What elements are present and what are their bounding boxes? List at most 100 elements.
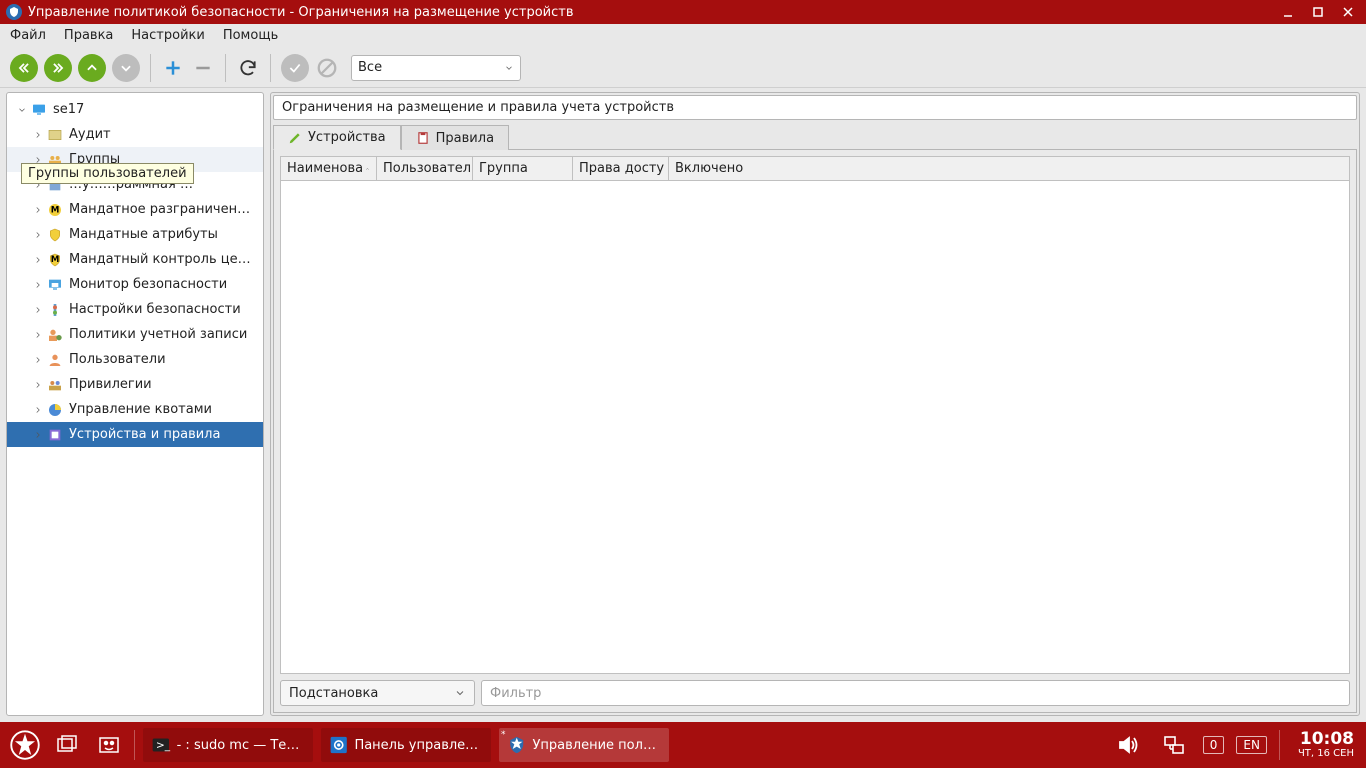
menu-help[interactable]: Помощь (223, 28, 278, 43)
expander-icon[interactable] (31, 328, 45, 342)
apply-button[interactable] (281, 54, 309, 82)
substitution-select[interactable]: Подстановка (280, 680, 475, 706)
close-button[interactable] (1336, 2, 1360, 22)
menubar: Файл Правка Настройки Помощь (0, 24, 1366, 48)
task-terminal[interactable]: >_ - : sudo mc — Тер… (143, 728, 313, 762)
body: se17 АудитГруппы…у……раммная …MМандатное … (0, 88, 1366, 722)
pencil-icon (288, 131, 302, 145)
task-security-policy[interactable]: * Управление поли… (499, 728, 669, 762)
expander-icon[interactable] (31, 403, 45, 417)
tab-page: Наименова Пользовател Группа Права досту… (273, 149, 1357, 713)
taskview-button[interactable] (50, 728, 84, 762)
notifications-badge[interactable]: 0 (1203, 736, 1225, 754)
tree-item-label: Привилегии (69, 377, 152, 392)
expander-icon[interactable] (31, 128, 45, 142)
nav-up-button[interactable] (78, 54, 106, 82)
clock[interactable]: 10:08 ЧТ, 16 СЕН (1298, 731, 1354, 759)
expander-icon[interactable] (31, 203, 45, 217)
tree-item[interactable]: Мандатные атрибуты (7, 222, 263, 247)
quota-icon (47, 402, 63, 418)
devices-icon (47, 427, 63, 443)
expander-icon[interactable] (31, 228, 45, 242)
keyboard-layout[interactable]: EN (1236, 736, 1267, 754)
mandatory-ctl-icon: M (47, 252, 63, 268)
tree-item-label: Мандатные атрибуты (69, 227, 218, 242)
deny-button[interactable] (315, 56, 339, 80)
maximize-button[interactable] (1306, 2, 1330, 22)
tab-rules[interactable]: Правила (401, 125, 509, 150)
bottom-controls: Подстановка Фильтр (280, 680, 1350, 706)
expander-icon[interactable] (31, 253, 45, 267)
tooltip: Группы пользователей (21, 163, 194, 184)
nav-last-button[interactable] (44, 54, 72, 82)
toolbar-sep (225, 54, 226, 82)
toolbar-sep (150, 54, 151, 82)
tree-item[interactable]: MМандатный контроль це… (7, 247, 263, 272)
computer-icon (31, 102, 47, 118)
tree-item[interactable]: Привилегии (7, 372, 263, 397)
tree-item[interactable]: Монитор безопасности (7, 272, 263, 297)
menu-file[interactable]: Файл (10, 28, 46, 43)
nav-first-button[interactable] (10, 54, 38, 82)
menu-settings[interactable]: Настройки (131, 28, 204, 43)
remove-button[interactable] (191, 56, 215, 80)
tree-item-label: Монитор безопасности (69, 277, 227, 292)
privileges-icon (47, 377, 63, 393)
security-settings-icon (47, 302, 63, 318)
refresh-button[interactable] (236, 56, 260, 80)
tree-item[interactable]: Управление квотами (7, 397, 263, 422)
main-panel: Ограничения на размещение и правила учет… (270, 92, 1360, 716)
users-icon (47, 352, 63, 368)
col-user[interactable]: Пользовател (377, 157, 473, 180)
tree-item[interactable]: M Мандатное разграничен… (7, 197, 263, 222)
scope-combo[interactable]: Все (351, 55, 521, 81)
audit-icon (47, 127, 63, 143)
col-group[interactable]: Группа (473, 157, 573, 180)
clock-time: 10:08 (1300, 731, 1354, 748)
show-desktop-button[interactable] (92, 728, 126, 762)
col-enabled[interactable]: Включено (669, 157, 1349, 180)
minimize-button[interactable] (1276, 2, 1300, 22)
expander-icon[interactable] (31, 303, 45, 317)
window-title: Управление политикой безопасности - Огра… (28, 5, 1270, 20)
start-button[interactable] (8, 728, 42, 762)
tab-rules-label: Правила (436, 131, 494, 146)
svg-text:M: M (51, 255, 60, 265)
col-rights[interactable]: Права досту (573, 157, 669, 180)
expander-icon[interactable] (31, 278, 45, 292)
mandatory-m-icon: M (47, 202, 63, 218)
tree-item-label: Мандатное разграничен… (69, 202, 250, 217)
menu-edit[interactable]: Правка (64, 28, 113, 43)
tree-item[interactable]: Политики учетной записи (7, 322, 263, 347)
nav-down-button[interactable] (112, 54, 140, 82)
tree-root-label: se17 (53, 102, 84, 117)
expander-icon[interactable] (31, 353, 45, 367)
devices-grid[interactable]: Наименова Пользовател Группа Права досту… (280, 156, 1350, 674)
chevron-down-icon (504, 63, 514, 73)
tree-item[interactable]: Пользователи (7, 347, 263, 372)
panel-title: Ограничения на размещение и правила учет… (273, 95, 1357, 120)
volume-icon[interactable] (1111, 728, 1145, 762)
filter-input[interactable]: Фильтр (481, 680, 1350, 706)
app-icon (6, 4, 22, 20)
expander-icon[interactable] (15, 103, 29, 117)
toolbar: Все (0, 48, 1366, 88)
expander-icon[interactable] (31, 428, 45, 442)
tab-devices-label: Устройства (308, 130, 386, 145)
modified-indicator: * (501, 730, 507, 736)
tree-item-label: Управление квотами (69, 402, 212, 417)
col-name[interactable]: Наименова (281, 157, 377, 180)
tree-item[interactable]: Устройства и правила (7, 422, 263, 447)
expander-icon[interactable] (31, 378, 45, 392)
document-icon (416, 131, 430, 145)
network-icon[interactable] (1157, 728, 1191, 762)
add-button[interactable] (161, 56, 185, 80)
tree-item[interactable]: Аудит (7, 122, 263, 147)
titlebar: Управление политикой безопасности - Огра… (0, 0, 1366, 24)
tab-devices[interactable]: Устройства (273, 125, 401, 150)
tree-root[interactable]: se17 (7, 97, 263, 122)
grid-body (281, 181, 1349, 673)
task-control-panel[interactable]: Панель управлен… (321, 728, 491, 762)
nav-tree[interactable]: se17 АудитГруппы…у……раммная …MМандатное … (6, 92, 264, 716)
tree-item[interactable]: Настройки безопасности (7, 297, 263, 322)
